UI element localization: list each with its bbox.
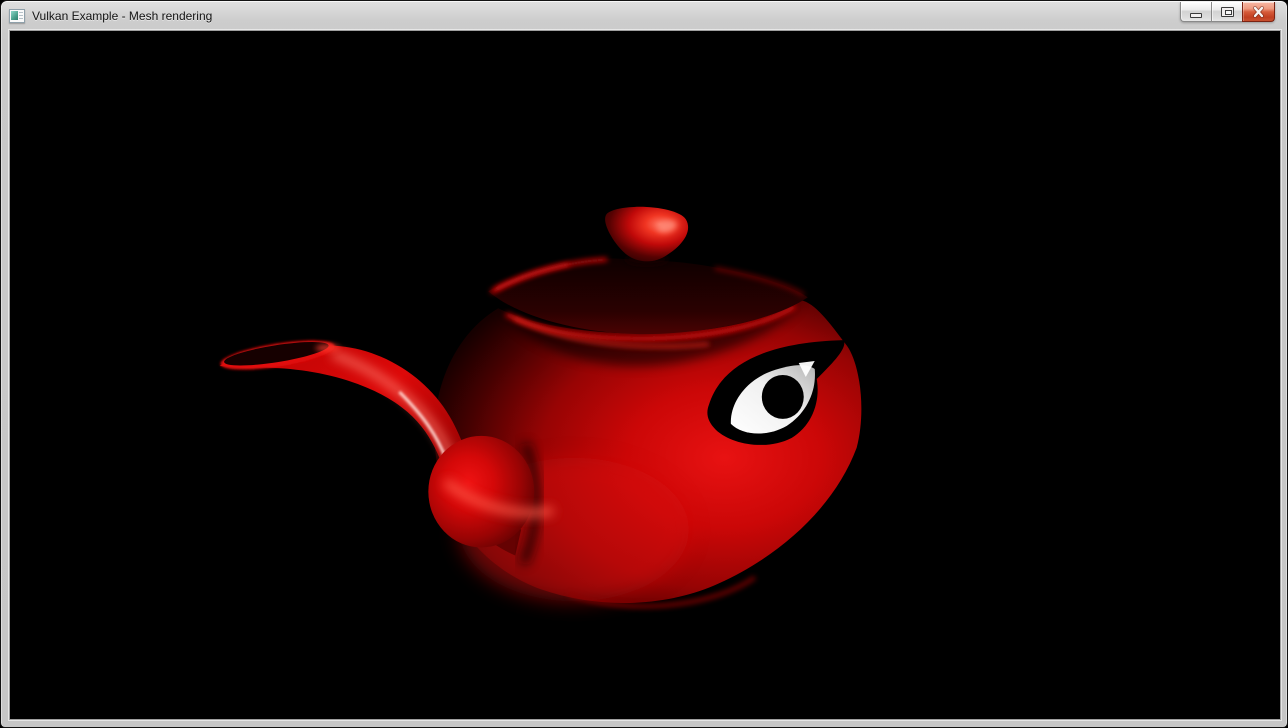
teapot-knob: [605, 207, 688, 266]
maximize-icon: [1221, 7, 1234, 17]
titlebar[interactable]: Vulkan Example - Mesh rendering: [1, 1, 1287, 30]
minimize-icon: [1190, 13, 1202, 18]
window-title: Vulkan Example - Mesh rendering: [32, 9, 1279, 23]
close-button[interactable]: [1242, 2, 1275, 22]
maximize-button[interactable]: [1211, 2, 1242, 22]
render-viewport[interactable]: [9, 30, 1281, 720]
teapot-render: [10, 31, 1280, 719]
app-icon: [9, 9, 25, 23]
app-window: Vulkan Example - Mesh rendering: [0, 0, 1288, 728]
window-controls: [1180, 2, 1275, 22]
handle-eye-pupil: [762, 375, 804, 419]
close-icon: [1251, 6, 1266, 18]
minimize-button[interactable]: [1180, 2, 1211, 22]
